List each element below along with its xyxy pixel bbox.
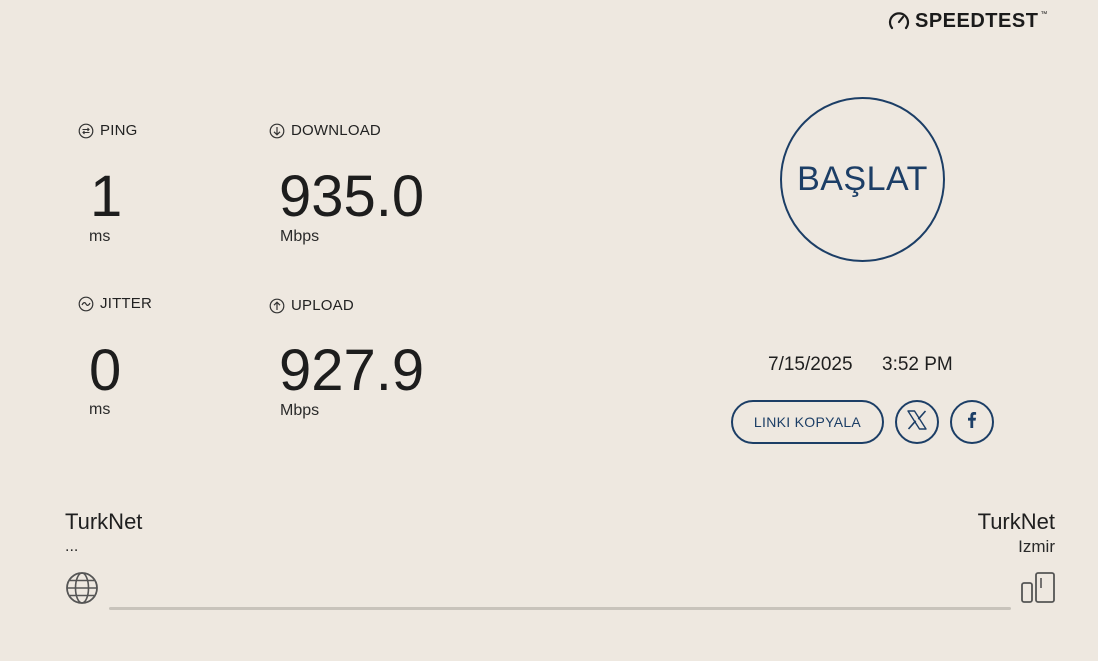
x-icon (905, 408, 929, 437)
download-value: 935.0 (279, 164, 425, 229)
logo-text: SPEEDTEST (915, 9, 1039, 32)
copy-link-button[interactable]: LINKI KOPYALA (731, 400, 884, 444)
download-metric: DOWNLOAD (269, 122, 381, 139)
server-location[interactable]: Izmir (1018, 537, 1055, 557)
speedometer-icon (888, 10, 910, 32)
logo-trademark: ™ (1040, 10, 1048, 18)
jitter-value: 0 (89, 338, 122, 403)
isp-name: TurkNet (65, 509, 143, 534)
globe-icon (65, 571, 99, 610)
jitter-label: JITTER (100, 295, 153, 312)
start-test-button[interactable]: BAŞLAT (780, 97, 945, 262)
download-label: DOWNLOAD (291, 122, 381, 139)
result-date: 7/15/2025 (768, 354, 853, 375)
ping-value: 1 (90, 164, 123, 229)
result-time: 3:52 PM (882, 354, 953, 375)
ping-header: PING (78, 122, 137, 139)
upload-value: 927.9 (279, 338, 425, 403)
ping-metric: PING (78, 122, 137, 139)
jitter-metric: JITTER (78, 295, 152, 312)
facebook-icon (962, 410, 982, 435)
jitter-header: JITTER (78, 295, 152, 312)
upload-arrow-icon (269, 298, 285, 314)
share-x-button[interactable] (895, 400, 939, 444)
ping-icon (78, 123, 94, 139)
speedtest-logo[interactable]: SPEEDTEST ™ (888, 8, 1048, 34)
jitter-unit: ms (89, 401, 111, 418)
upload-unit: Mbps (280, 402, 320, 419)
jitter-wave-icon (78, 296, 94, 312)
server-icon[interactable] (1019, 571, 1057, 610)
ping-unit: ms (89, 228, 111, 245)
connection-line (109, 607, 1011, 610)
share-facebook-button[interactable] (950, 400, 994, 444)
upload-metric: UPLOAD (269, 297, 354, 314)
ping-label: PING (100, 122, 138, 139)
download-arrow-icon (269, 123, 285, 139)
download-unit: Mbps (280, 228, 320, 245)
isp-ip: ... (65, 538, 79, 555)
upload-label: UPLOAD (291, 297, 354, 314)
server-name[interactable]: TurkNet (978, 509, 1055, 535)
upload-header: UPLOAD (269, 297, 354, 314)
speedtest-page: SPEEDTEST ™ PING 1 ms DOWNLOAD 935.0 Mbp… (0, 0, 1098, 661)
download-header: DOWNLOAD (269, 122, 381, 139)
